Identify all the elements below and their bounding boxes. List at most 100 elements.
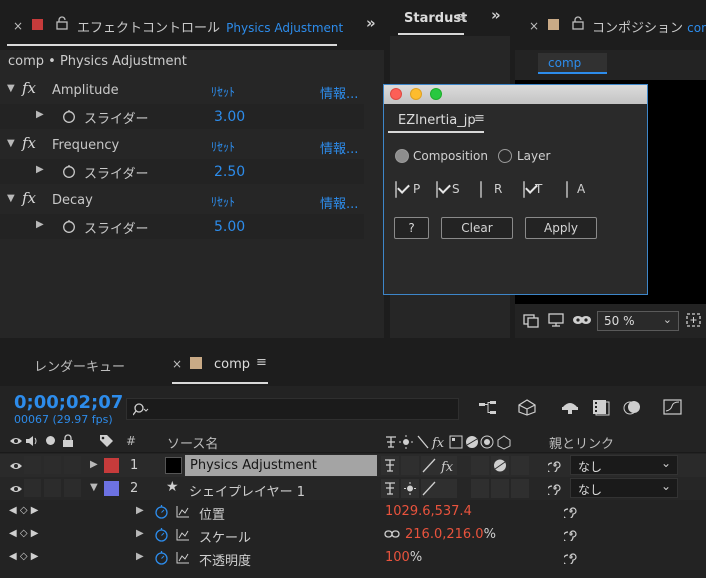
stopwatch-icon[interactable] bbox=[62, 109, 76, 123]
audio-icon[interactable] bbox=[25, 435, 39, 447]
stopwatch-icon[interactable] bbox=[154, 504, 169, 519]
parent-select[interactable]: なし ⌄ bbox=[570, 478, 678, 498]
frame-blending-icon[interactable] bbox=[591, 398, 611, 416]
stopwatch-icon[interactable] bbox=[62, 164, 76, 178]
fx-icon[interactable]: fx bbox=[22, 134, 36, 152]
reset-link[interactable]: ﾘｾｯﾄ bbox=[211, 138, 235, 155]
lock-icon[interactable] bbox=[56, 16, 68, 30]
collapse-toggle-icon[interactable]: ▼ bbox=[90, 482, 98, 493]
draft-3d-icon[interactable] bbox=[517, 398, 537, 416]
property-row[interactable]: ◀ ◇ ▶ ▶ 不透明度 100% bbox=[0, 546, 706, 569]
mask-icon[interactable] bbox=[572, 312, 592, 328]
layer-label-color[interactable] bbox=[104, 458, 119, 473]
layer-label-color[interactable] bbox=[104, 481, 119, 496]
pickwhip-icon[interactable] bbox=[564, 550, 578, 564]
composition-name-truncated[interactable]: com bbox=[687, 21, 706, 35]
monitor-icon[interactable] bbox=[548, 312, 564, 328]
lock-icon[interactable] bbox=[62, 434, 74, 448]
checkbox-a[interactable] bbox=[566, 181, 568, 198]
window-close-button[interactable] bbox=[390, 88, 402, 100]
close-tab-icon[interactable]: × bbox=[13, 19, 23, 33]
graph-editor-icon[interactable] bbox=[662, 398, 684, 416]
radio-composition[interactable] bbox=[395, 149, 409, 163]
radio-layer[interactable] bbox=[498, 149, 512, 163]
comp-flowchart-icon[interactable] bbox=[478, 400, 498, 416]
graph-icon[interactable] bbox=[176, 505, 190, 518]
panel-overflow-icon[interactable]: » bbox=[366, 14, 376, 32]
window-minimize-button[interactable] bbox=[410, 88, 422, 100]
label-tag-icon[interactable] bbox=[99, 434, 115, 448]
window-zoom-button[interactable] bbox=[430, 88, 442, 100]
close-tab-icon[interactable]: × bbox=[172, 357, 182, 371]
stopwatch-icon[interactable] bbox=[154, 527, 169, 542]
property-row[interactable]: ◀ ◇ ▶ ▶ 位置 1029.6,537.4 bbox=[0, 500, 706, 523]
render-queue-tab[interactable]: レンダーキュー bbox=[34, 356, 125, 375]
property-value[interactable]: 100 bbox=[385, 550, 410, 565]
checkbox-s[interactable] bbox=[436, 181, 438, 198]
region-icon[interactable] bbox=[685, 312, 703, 328]
expand-toggle-icon[interactable]: ▶ bbox=[136, 551, 144, 562]
collapse-toggle-icon[interactable]: ▼ bbox=[7, 138, 15, 149]
collapse-toggle-icon[interactable]: ▼ bbox=[7, 193, 15, 204]
panel-title[interactable]: エフェクトコントロール bbox=[77, 21, 220, 36]
param-value[interactable]: 5.00 bbox=[214, 219, 245, 235]
zoom-select[interactable]: 50 % ⌄ bbox=[597, 311, 679, 331]
info-link[interactable]: 情報... bbox=[320, 83, 358, 102]
panel-layer-name[interactable]: Physics Adjustment bbox=[226, 21, 343, 35]
layer-name[interactable]: シェイプレイヤー 1 bbox=[189, 481, 305, 500]
composition-panel-title[interactable]: コンポジション bbox=[592, 21, 683, 36]
video-visibility-icon[interactable] bbox=[9, 484, 23, 494]
stopwatch-icon[interactable] bbox=[154, 550, 169, 565]
pickwhip-icon[interactable] bbox=[548, 458, 562, 472]
keyframe-nav-icons[interactable]: ◀ ◇ ▶ bbox=[9, 505, 38, 516]
col-parent-header[interactable]: 親とリンク bbox=[549, 433, 614, 452]
video-visibility-icon[interactable] bbox=[9, 461, 23, 471]
dialog-titlebar[interactable] bbox=[384, 85, 647, 104]
parent-select[interactable]: なし ⌄ bbox=[570, 455, 678, 475]
param-value[interactable]: 2.50 bbox=[214, 164, 245, 180]
stopwatch-icon[interactable] bbox=[62, 219, 76, 233]
comp-tab[interactable]: comp bbox=[214, 357, 250, 372]
dialog-tab[interactable]: EZInertia_jp ≡ bbox=[388, 107, 485, 133]
layer-row[interactable]: ▼ 2 ★ シェイプレイヤー 1 なし ⌄ bbox=[0, 477, 706, 500]
property-value[interactable]: 216.0,216.0 bbox=[405, 527, 484, 542]
apply-button[interactable]: Apply bbox=[525, 217, 597, 239]
motion-blur-icon[interactable] bbox=[622, 398, 642, 416]
help-button[interactable]: ? bbox=[394, 217, 429, 239]
reset-link[interactable]: ﾘｾｯﾄ bbox=[211, 193, 235, 210]
reset-link[interactable]: ﾘｾｯﾄ bbox=[211, 83, 235, 100]
comp-viewer-tab[interactable]: comp bbox=[538, 53, 607, 74]
property-value[interactable]: 1029.6,537.4 bbox=[385, 504, 472, 519]
panel-menu-icon[interactable]: ≡ bbox=[456, 10, 467, 25]
timecode-display[interactable]: 0;00;02;07 bbox=[14, 392, 123, 413]
panel-menu-icon[interactable]: ≡ bbox=[474, 111, 485, 126]
property-row[interactable]: ◀ ◇ ▶ ▶ スケール 216.0,216.0% bbox=[0, 523, 706, 546]
expand-toggle-icon[interactable]: ▶ bbox=[36, 164, 44, 175]
expand-toggle-icon[interactable]: ▶ bbox=[136, 505, 144, 516]
solo-icon[interactable] bbox=[46, 436, 55, 445]
checkbox-t[interactable] bbox=[523, 181, 525, 198]
shy-layers-icon[interactable] bbox=[560, 398, 580, 416]
checkbox-p[interactable] bbox=[395, 181, 397, 198]
fx-icon[interactable]: fx bbox=[22, 79, 36, 97]
keyframe-nav-icons[interactable]: ◀ ◇ ▶ bbox=[9, 528, 38, 539]
col-source-header[interactable]: ソース名 bbox=[167, 433, 218, 452]
close-tab-icon[interactable]: × bbox=[529, 19, 539, 33]
info-link[interactable]: 情報... bbox=[320, 138, 358, 157]
clear-button[interactable]: Clear bbox=[441, 217, 513, 239]
collapse-toggle-icon[interactable]: ▼ bbox=[7, 83, 15, 94]
checkbox-r[interactable] bbox=[480, 181, 482, 198]
expand-toggle-icon[interactable]: ▶ bbox=[36, 109, 44, 120]
keyframe-nav-icons[interactable]: ◀ ◇ ▶ bbox=[9, 551, 38, 562]
expand-toggle-icon[interactable]: ▶ bbox=[90, 459, 98, 470]
param-value[interactable]: 3.00 bbox=[214, 109, 245, 125]
info-link[interactable]: 情報... bbox=[320, 193, 358, 212]
layer-name-field[interactable]: Physics Adjustment bbox=[185, 455, 377, 476]
graph-icon[interactable] bbox=[176, 551, 190, 564]
expand-toggle-icon[interactable]: ▶ bbox=[136, 528, 144, 539]
pickwhip-icon[interactable] bbox=[564, 504, 578, 518]
graph-icon[interactable] bbox=[176, 528, 190, 541]
snapshot-icon[interactable] bbox=[523, 312, 539, 328]
video-visibility-icon[interactable] bbox=[9, 436, 23, 446]
panel-menu-icon[interactable]: ≡ bbox=[256, 355, 267, 370]
